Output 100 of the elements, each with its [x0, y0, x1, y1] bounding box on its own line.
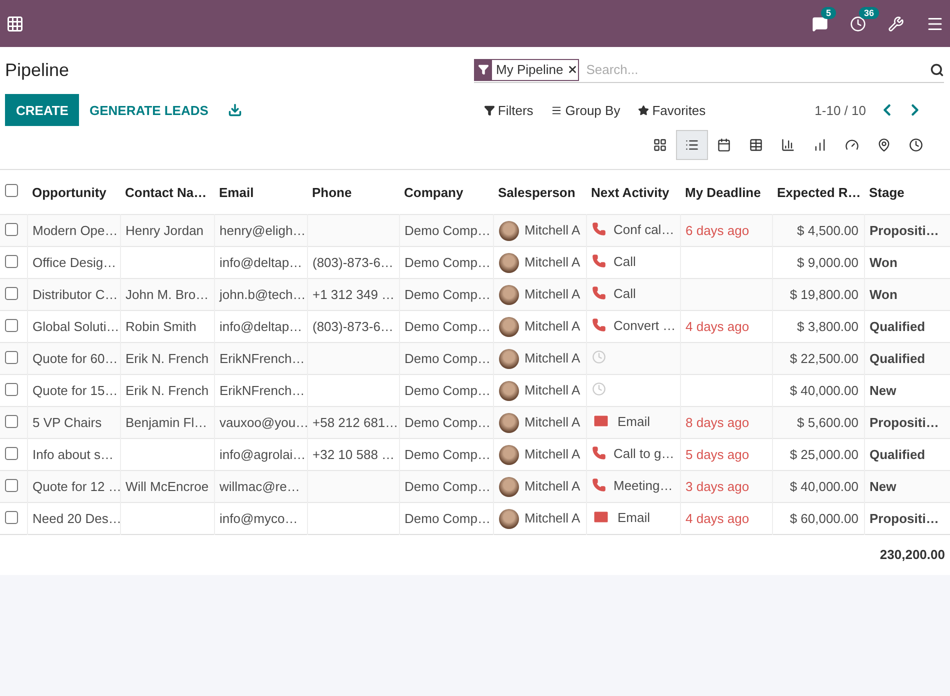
pager-text: 1-10 / 10 [814, 102, 866, 118]
column-header[interactable]: Next Activity [586, 170, 680, 214]
activity-text: Call [614, 286, 636, 301]
stage-text: New [870, 383, 896, 398]
table-cell: John M. Bro… [126, 287, 209, 302]
activity-count-badge: 36 [859, 6, 880, 18]
phone-icon[interactable] [592, 446, 606, 460]
filter-menu-button[interactable]: Group By [542, 102, 630, 118]
select-all-checkbox[interactable] [5, 184, 18, 197]
table-cell: Demo Comp… [404, 447, 490, 462]
row-checkbox[interactable] [5, 286, 18, 300]
filter-facet[interactable]: My Pipeline [474, 58, 580, 80]
deadline-text: 5 days ago [686, 447, 750, 462]
table-cell: Mitchell A [524, 446, 580, 461]
stage-text: Qualified [870, 447, 926, 462]
table-cell: Mitchell A [524, 478, 580, 493]
table-cell: $ 40,000.00 [790, 383, 858, 398]
row-checkbox[interactable] [5, 510, 18, 524]
avatar [498, 380, 518, 400]
tools-icon[interactable] [888, 16, 904, 32]
phone-icon[interactable] [592, 478, 606, 492]
table-cell: $ 60,000.00 [790, 511, 858, 526]
stage-text: New [870, 479, 896, 494]
view-switch-button[interactable] [676, 130, 708, 160]
table-cell: willmac@re… [220, 479, 300, 494]
map-pin-icon [877, 138, 891, 152]
download-icon[interactable] [228, 103, 242, 117]
avatar [498, 476, 518, 496]
column-header[interactable]: My Deadline [680, 170, 772, 214]
column-header[interactable]: Contact Na… [120, 170, 214, 214]
row-checkbox[interactable] [5, 446, 18, 460]
search-field[interactable]: My Pipeline Search... [474, 57, 944, 83]
stage-text: Won [870, 255, 898, 270]
filter-icon [484, 104, 495, 116]
table-cell: Mitchell A [524, 286, 580, 301]
column-header[interactable]: Salesperson [493, 170, 586, 214]
column-header[interactable]: Email [214, 170, 307, 214]
phone-icon[interactable] [592, 222, 606, 236]
table-cell: Modern Ope… [32, 223, 118, 238]
table-cell: Demo Comp… [404, 415, 490, 430]
activity-text: Conf cal… [614, 222, 674, 237]
row-checkbox[interactable] [5, 414, 18, 428]
row-checkbox[interactable] [5, 478, 18, 492]
stage-text: Qualified [870, 319, 926, 334]
column-header[interactable]: Expected R… [772, 170, 864, 214]
filter-menu-button[interactable]: Favorites [629, 102, 715, 118]
column-header[interactable]: Opportunity [27, 170, 120, 214]
table-cell: Demo Comp… [404, 319, 490, 334]
avatar [498, 444, 518, 464]
table-cell: Info about s… [32, 447, 114, 462]
phone-icon[interactable] [592, 254, 606, 268]
table-cell: $ 4,500.00 [797, 223, 858, 238]
row-checkbox[interactable] [5, 222, 18, 236]
table-cell: Erik N. French [126, 351, 209, 366]
filter-icon [478, 64, 489, 75]
grid-icon [653, 138, 667, 152]
table-cell: info@agrolai… [220, 447, 306, 462]
phone-icon[interactable] [592, 318, 606, 332]
stage-text: Propositi… [870, 415, 939, 430]
close-icon[interactable] [567, 64, 578, 75]
table-cell: $ 5,600.00 [797, 415, 858, 430]
total-sum: 230,200.00 [880, 547, 945, 562]
table-cell: Erik N. French [126, 383, 209, 398]
table-cell: Demo Comp… [404, 511, 490, 526]
chat-icon[interactable] [812, 16, 828, 32]
column-header[interactable]: Phone [307, 170, 399, 214]
table-cell: Quote for 12 … [32, 479, 120, 494]
list-icon [685, 138, 699, 152]
row-checkbox[interactable] [5, 254, 18, 268]
search-icon[interactable] [930, 62, 944, 76]
create-button[interactable]: CREATE [5, 94, 80, 126]
deadline-text: 6 days ago [686, 223, 750, 238]
table-cell: Quote for 15… [32, 383, 118, 398]
apps-menu-icon[interactable] [6, 14, 24, 32]
deadline-text: 4 days ago [686, 511, 750, 526]
phone-icon[interactable] [592, 286, 606, 300]
signal-bars-icon [813, 138, 827, 152]
table-cell: (803)-873-6… [312, 319, 394, 334]
table-cell: ErikNFrench… [220, 383, 305, 398]
table-cell: Demo Comp… [404, 351, 490, 366]
clock-icon [909, 138, 923, 152]
column-header[interactable]: Stage [864, 170, 950, 214]
row-checkbox[interactable] [5, 318, 18, 332]
table-cell: Demo Comp… [404, 255, 490, 270]
message-count-badge: 5 [821, 6, 836, 18]
row-checkbox[interactable] [5, 350, 18, 364]
table-cell: Mitchell A [524, 222, 580, 237]
column-header[interactable]: Company [399, 170, 493, 214]
row-checkbox[interactable] [5, 382, 18, 396]
filter-menu-button[interactable]: Filters [474, 102, 542, 118]
avatar [498, 316, 518, 336]
activity-text: Email [618, 510, 650, 524]
avatar [498, 508, 518, 528]
activity-text: Meeting… [614, 478, 673, 493]
table-cell: Mitchell A [524, 382, 580, 397]
table-cell: Mitchell A [524, 510, 580, 525]
generate-leads-button[interactable]: GENERATE LEADS [79, 102, 218, 118]
facet-label: My Pipeline [495, 62, 564, 77]
table-cell: info@deltap… [220, 319, 302, 334]
deadline-text: 3 days ago [686, 479, 750, 494]
